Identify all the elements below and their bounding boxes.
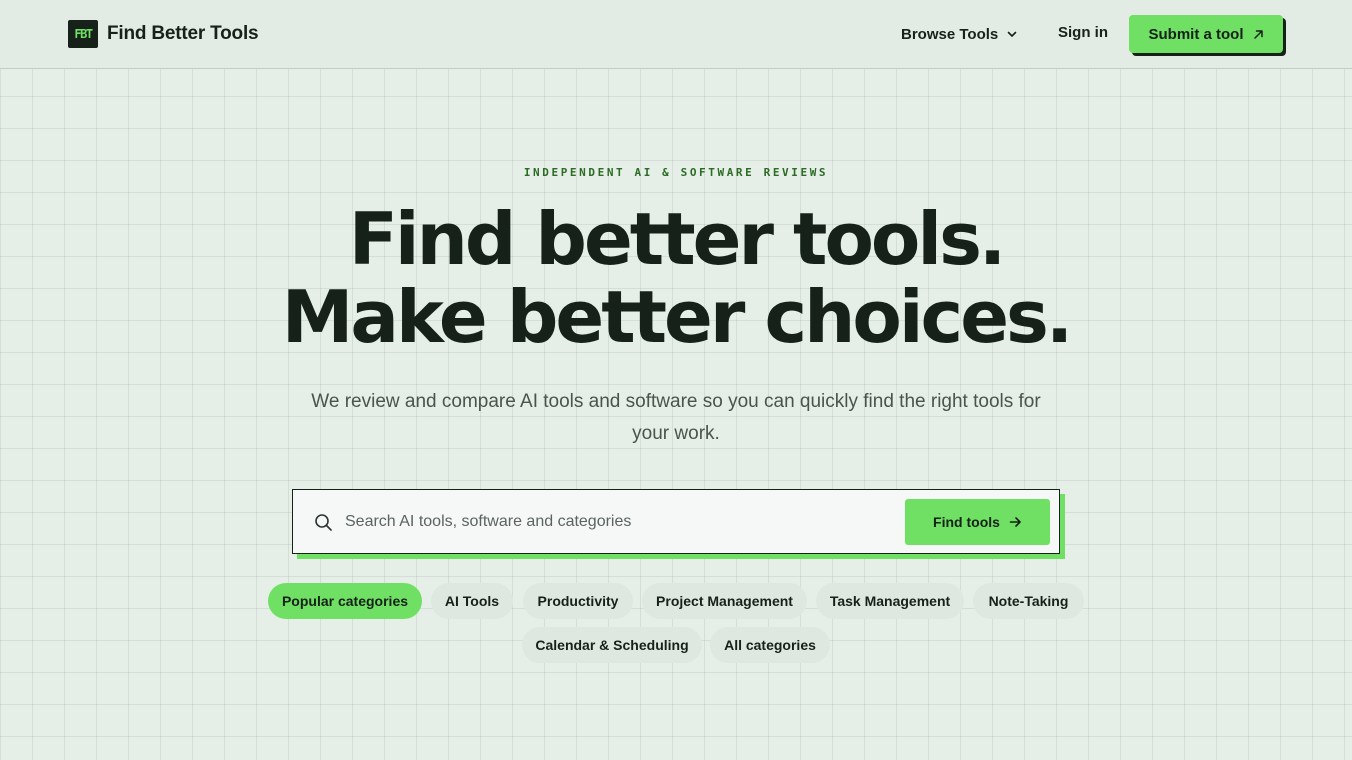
logo-text: FBT (74, 27, 93, 41)
chip-label: All categories (724, 637, 816, 653)
hero-eyebrow: INDEPENDENT AI & SOFTWARE REVIEWS (523, 166, 829, 179)
category-chip-ai-tools[interactable]: AI Tools (431, 583, 513, 619)
find-tools-label: Find tools (933, 514, 1000, 530)
chip-label: Note-Taking (988, 593, 1069, 609)
category-chip-all-categories[interactable]: All categories (710, 627, 830, 663)
chip-label: Project Management (656, 593, 793, 609)
hero-subtitle: We review and compare AI tools and softw… (311, 391, 1041, 444)
brand-link[interactable]: FBT Find Better Tools (68, 20, 259, 48)
chevron-down-icon (1006, 28, 1018, 40)
category-chip-calendar-scheduling[interactable]: Calendar & Scheduling (522, 627, 702, 663)
headline-line-1: Find better tools. (348, 197, 1007, 281)
brand-name: Find Better Tools (107, 23, 259, 44)
category-chip-task-management[interactable]: Task Management (816, 583, 964, 619)
find-tools-button[interactable]: Find tools (905, 499, 1050, 545)
category-chip-popular[interactable]: Popular categories (268, 583, 422, 619)
search-input[interactable] (345, 510, 885, 534)
arrow-up-right-icon (1253, 29, 1264, 40)
browse-tools-label: Browse Tools (901, 25, 999, 43)
chip-label: Calendar & Scheduling (535, 637, 689, 653)
category-chip-note-taking[interactable]: Note-Taking (973, 583, 1084, 619)
chip-label: Task Management (829, 593, 951, 609)
hero-headline: Find better tools. Make better choices. (0, 200, 1352, 356)
submit-tool-label: Submit a tool (1148, 25, 1244, 43)
chip-label: Popular categories (281, 593, 409, 609)
sign-in-link[interactable]: Sign in (1058, 24, 1108, 41)
submit-tool-button[interactable]: Submit a tool (1129, 15, 1283, 53)
chip-label: AI Tools (444, 593, 500, 609)
browse-tools-menu[interactable]: Browse Tools (901, 24, 1018, 44)
chip-label: Productivity (537, 593, 619, 609)
search-icon (314, 513, 333, 532)
category-chip-productivity[interactable]: Productivity (523, 583, 633, 619)
logo: FBT (68, 20, 98, 48)
search-box: Find tools (292, 489, 1060, 554)
site-header: FBT Find Better Tools Browse Tools Sign … (0, 0, 1352, 69)
category-chip-project-management[interactable]: Project Management (642, 583, 807, 619)
arrow-right-icon (1009, 516, 1022, 528)
headline-line-2: Make better choices. (281, 275, 1074, 359)
